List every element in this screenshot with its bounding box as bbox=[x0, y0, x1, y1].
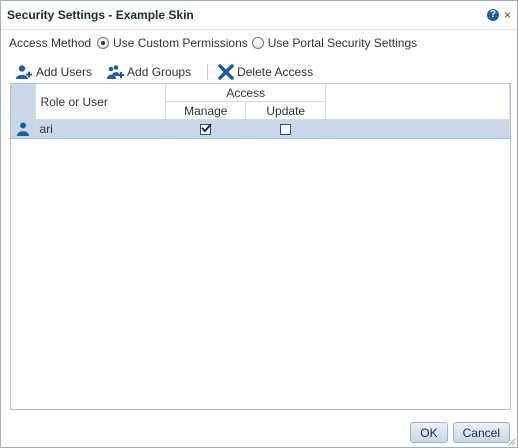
cancel-button[interactable]: Cancel bbox=[452, 422, 510, 443]
delete-x-icon bbox=[218, 64, 234, 80]
security-settings-dialog: Security Settings - Example Skin ? × Acc… bbox=[0, 0, 518, 448]
permissions-grid: Role or User Access Manage Update ari bbox=[11, 84, 510, 139]
toolbar-separator bbox=[207, 64, 209, 80]
resize-grip-icon[interactable] bbox=[508, 438, 516, 446]
column-header-empty bbox=[325, 84, 510, 120]
row-header-cell bbox=[11, 84, 37, 120]
checkmark-icon bbox=[201, 123, 213, 133]
close-icon[interactable]: × bbox=[504, 9, 511, 21]
manage-checkbox[interactable] bbox=[200, 123, 213, 136]
user-name-cell[interactable]: ari bbox=[35, 119, 167, 139]
help-icon[interactable]: ? bbox=[486, 9, 499, 21]
add-users-label[interactable]: Add Users bbox=[36, 65, 92, 79]
toolbar: Add Users Add Groups Delete Access bbox=[1, 60, 517, 84]
update-checkbox[interactable] bbox=[280, 124, 292, 136]
dialog-footer: OK Cancel bbox=[405, 422, 510, 443]
ok-button[interactable]: OK bbox=[410, 422, 448, 443]
custom-permissions-option[interactable]: Use Custom Permissions bbox=[97, 36, 248, 50]
custom-permissions-label[interactable]: Use Custom Permissions bbox=[113, 36, 248, 50]
add-groups-button[interactable]: Add Groups bbox=[106, 64, 191, 80]
add-user-icon bbox=[16, 65, 32, 79]
table-row[interactable]: ari bbox=[11, 119, 510, 139]
access-method-label: Access Method bbox=[9, 36, 92, 50]
add-groups-label[interactable]: Add Groups bbox=[127, 65, 191, 79]
add-group-icon bbox=[107, 65, 125, 79]
row-icon-cell bbox=[11, 119, 37, 139]
dialog-title: Security Settings - Example Skin bbox=[7, 8, 194, 22]
access-method-row: Access Method Use Custom Permissions Use… bbox=[1, 31, 517, 55]
dialog-titlebar: Security Settings - Example Skin ? × bbox=[1, 1, 517, 30]
row-empty-cell bbox=[325, 119, 510, 139]
add-users-button[interactable]: Add Users bbox=[15, 64, 92, 80]
column-header-update[interactable]: Update bbox=[245, 101, 327, 120]
column-header-role[interactable]: Role or User bbox=[35, 84, 167, 120]
custom-permissions-radio[interactable] bbox=[97, 37, 110, 49]
delete-access-button[interactable]: Delete Access bbox=[218, 64, 313, 80]
column-header-manage[interactable]: Manage bbox=[165, 101, 247, 120]
portal-security-radio[interactable] bbox=[251, 37, 264, 49]
portal-security-option[interactable]: Use Portal Security Settings bbox=[251, 36, 417, 50]
portal-security-label[interactable]: Use Portal Security Settings bbox=[268, 36, 417, 50]
permissions-table: Role or User Access Manage Update ari bbox=[10, 83, 511, 410]
column-header-access: Access bbox=[165, 84, 327, 102]
update-cell bbox=[245, 119, 327, 139]
user-icon bbox=[17, 122, 30, 137]
manage-cell bbox=[165, 119, 247, 139]
delete-access-label[interactable]: Delete Access bbox=[237, 65, 313, 79]
